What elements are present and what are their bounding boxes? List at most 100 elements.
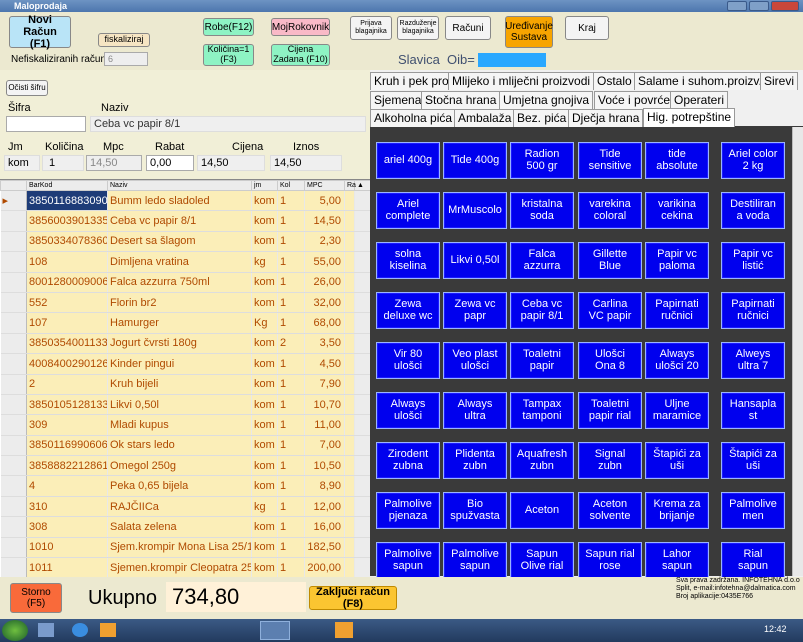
product-button[interactable]: Papir vc paloma (645, 242, 709, 279)
mpc-cell[interactable]: 2,30 (304, 231, 345, 253)
naziv-cell[interactable]: Dimljena vratina (107, 251, 252, 273)
close-button[interactable] (771, 1, 799, 11)
row-header[interactable] (0, 292, 27, 314)
tab-stocna[interactable]: Stočna hrana (421, 91, 501, 109)
row-header[interactable] (0, 394, 27, 416)
product-button[interactable]: Papirnati ručnici (645, 292, 709, 329)
row-header[interactable] (0, 516, 27, 538)
row-header[interactable]: ▸ (0, 190, 27, 212)
jm-cell[interactable]: kom (251, 272, 278, 293)
mpc-cell[interactable]: 4,50 (304, 353, 345, 375)
product-button[interactable]: varikina cekina (645, 192, 709, 229)
kol-cell[interactable]: 1 (277, 251, 305, 273)
jm-cell[interactable]: kom (251, 333, 278, 355)
barkod-cell[interactable]: 8001280009006 (26, 272, 108, 293)
product-button[interactable]: Ceba vc papir 8/1 (510, 292, 574, 329)
sifra-input[interactable] (6, 116, 86, 132)
kol-cell[interactable]: 1 (277, 496, 305, 518)
col-barkod[interactable]: BarKod (26, 180, 108, 191)
product-button[interactable]: Always ultra (443, 392, 507, 429)
product-button[interactable]: Tide sensitive (578, 142, 642, 179)
table-row[interactable]: 309 Mladi kupus kom 1 11,00 (0, 414, 370, 436)
maximize-button[interactable] (749, 1, 769, 11)
ra-cell[interactable] (344, 394, 355, 416)
ra-cell[interactable] (344, 231, 355, 253)
product-button[interactable]: tide absolute (645, 142, 709, 179)
tab-bez-pica[interactable]: Bez. pića (513, 109, 571, 127)
jm-cell[interactable]: kom (251, 292, 278, 314)
product-button[interactable]: Veo plast ulošci (443, 342, 507, 379)
mpc-cell[interactable]: 200,00 (304, 557, 345, 577)
ra-cell[interactable] (344, 190, 355, 212)
product-button[interactable]: Tide 400g (443, 142, 507, 179)
product-button[interactable]: Krema za brijanje (645, 492, 709, 529)
grid-scrollbar[interactable] (354, 210, 370, 232)
row-header[interactable] (0, 333, 27, 355)
naziv-cell[interactable]: Mladi kupus (107, 414, 252, 436)
ocisti-sifru-button[interactable]: Očisti šifru (6, 80, 48, 96)
jm-cell[interactable]: kg (251, 496, 278, 518)
kol-cell[interactable]: 1 (277, 231, 305, 253)
barkod-cell[interactable]: 3850334078360 (26, 231, 108, 253)
mpc-cell[interactable]: 16,00 (304, 516, 345, 538)
barkod-cell[interactable]: 309 (26, 414, 108, 436)
row-header[interactable] (0, 475, 27, 497)
ra-cell[interactable] (344, 210, 355, 232)
grid-scrollbar[interactable] (354, 353, 370, 375)
jm-cell[interactable]: kom (251, 414, 278, 436)
jm-cell[interactable]: kom (251, 231, 278, 253)
table-row[interactable]: 308 Salata zelena kom 1 16,00 (0, 516, 370, 538)
product-button[interactable]: Ariel color 2 kg (721, 142, 785, 179)
kol-cell[interactable]: 1 (277, 537, 305, 559)
mpc-cell[interactable]: 7,90 (304, 374, 345, 395)
row-header[interactable] (0, 455, 27, 477)
items-grid[interactable]: BarKod Naziv jm Kol MPC Ra ▲ ▸ 3850116883… (0, 179, 370, 577)
barkod-cell[interactable]: 108 (26, 251, 108, 273)
zakljuci-racun-button[interactable]: Zaključi račun (F8) (309, 586, 397, 610)
ra-cell[interactable] (344, 353, 355, 375)
product-button[interactable]: Palmolive sapun (443, 542, 507, 579)
jm-cell[interactable]: kom (251, 353, 278, 375)
cijena-zadana-button[interactable]: Cijena Zadana (F10) (271, 44, 330, 66)
barkod-cell[interactable]: 4008400290126 (26, 353, 108, 375)
row-header[interactable] (0, 210, 27, 232)
novi-racun-button[interactable]: Novi Račun (F1) (9, 14, 71, 50)
kolicina-button[interactable]: Količina=1 (F3) (203, 44, 254, 66)
kol-cell[interactable]: 1 (277, 475, 305, 497)
product-button[interactable]: Štapići za uši (721, 442, 785, 479)
product-button[interactable]: Lahor sapun (645, 542, 709, 579)
robe-button[interactable]: Robe(F12) (203, 18, 254, 36)
grid-scrollbar[interactable] (354, 251, 370, 273)
product-button[interactable]: Falca azzurra (510, 242, 574, 279)
jm-cell[interactable]: kom (251, 557, 278, 577)
ra-cell[interactable] (344, 374, 355, 395)
col-ra[interactable]: Ra (344, 180, 356, 191)
tab-sirevi[interactable]: Sirevi (760, 72, 799, 90)
barkod-cell[interactable]: 552 (26, 292, 108, 314)
jm-cell[interactable]: kom (251, 190, 278, 212)
mpc-cell[interactable]: 55,00 (304, 251, 345, 273)
product-button[interactable]: Uljne maramice (645, 392, 709, 429)
browser-icon[interactable] (72, 623, 88, 637)
product-button[interactable]: ariel 400g (376, 142, 440, 179)
tab-ostalo[interactable]: Ostalo (593, 72, 636, 90)
product-button[interactable]: Toaletni papir (510, 342, 574, 379)
product-button[interactable]: Zirodent zubna (376, 442, 440, 479)
mpc-cell[interactable]: 11,00 (304, 414, 345, 436)
tab-sjemena[interactable]: Sjemena (370, 91, 426, 109)
ra-cell[interactable] (344, 251, 355, 273)
uredivanje-sustava-button[interactable]: Uređivanje Sustava (505, 16, 553, 48)
naziv-cell[interactable]: Likvi 0,50l (107, 394, 252, 416)
product-button[interactable]: solna kiselina (376, 242, 440, 279)
barkod-cell[interactable]: 1011 (26, 557, 108, 577)
row-header[interactable] (0, 435, 27, 457)
ra-cell[interactable] (344, 292, 355, 314)
naziv-cell[interactable]: Hamurger (107, 312, 252, 334)
barkod-cell[interactable]: 308 (26, 516, 108, 538)
ra-cell[interactable] (344, 312, 355, 334)
table-row[interactable]: 4008400290126 Kinder pingui kom 1 4,50 (0, 353, 370, 375)
kol-cell[interactable]: 1 (277, 353, 305, 375)
clock[interactable]: 12:42 (764, 624, 787, 634)
naziv-cell[interactable]: Omegol 250g (107, 455, 252, 477)
product-button[interactable]: Aceton solvente (578, 492, 642, 529)
